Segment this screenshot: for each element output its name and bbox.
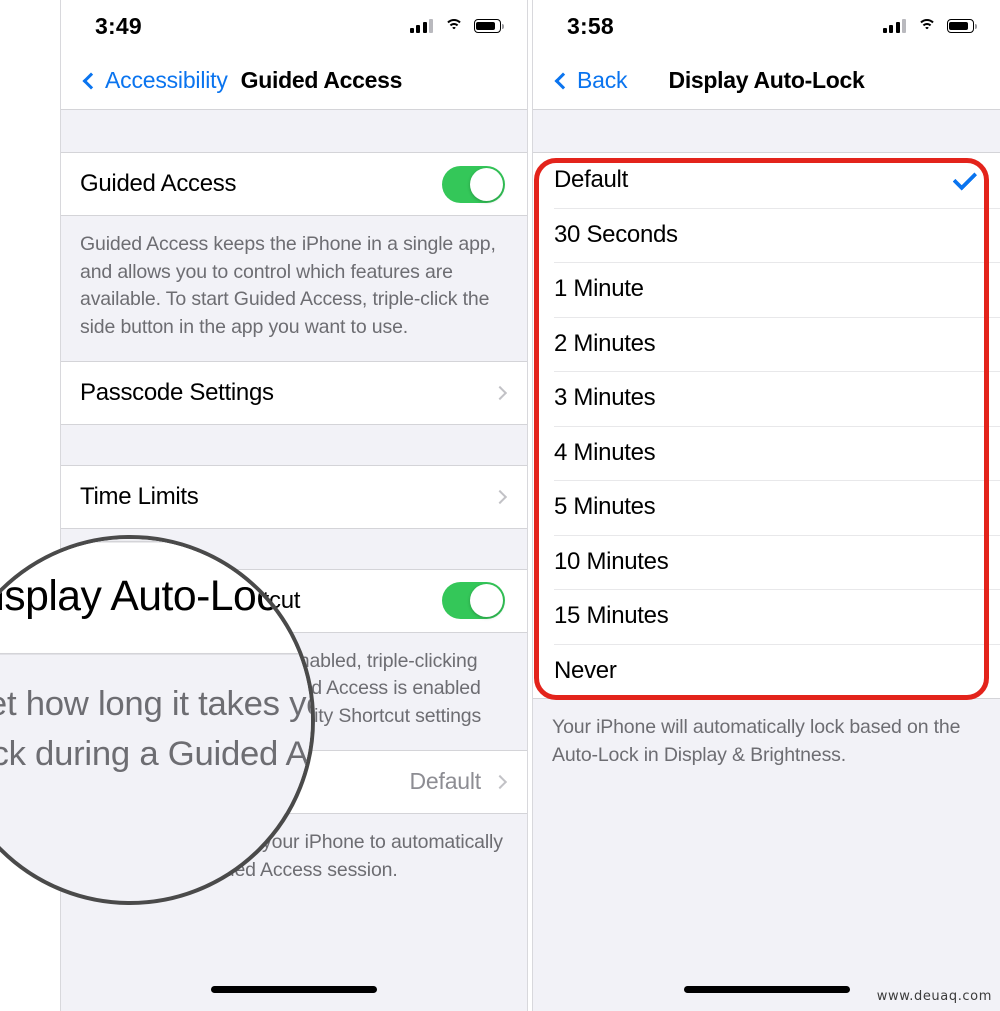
option-label: 1 Minute <box>554 275 644 303</box>
option-row[interactable]: 5 Minutes <box>533 480 1000 535</box>
chevron-left-icon <box>82 72 100 89</box>
back-button-label: Accessibility <box>105 67 228 93</box>
status-icons <box>882 19 977 33</box>
cellular-signal-icon <box>882 19 906 33</box>
option-label: 2 Minutes <box>554 329 656 357</box>
row-accessory <box>492 489 508 504</box>
option-row[interactable]: 30 Seconds <box>533 207 1000 262</box>
right-phone-screen: 3:58 Back Display Auto-Lock Default 30 Se… <box>532 0 1000 1011</box>
mag-row-display-auto-lock: Display Auto-Lock Default <box>0 542 311 654</box>
section-gap <box>61 424 527 465</box>
option-label: Default <box>554 166 628 194</box>
guided-access-toggle[interactable] <box>442 165 505 203</box>
back-button-label: Back <box>577 67 628 93</box>
mag-display-auto-lock-footnote: Set how long it takes your iPhone to aut… <box>0 654 311 814</box>
chevron-right-icon <box>492 385 508 400</box>
auto-lock-footnote: Your iPhone will automatically lock base… <box>533 699 1000 789</box>
wifi-icon <box>444 19 463 33</box>
magnifier-content: Accessibility Shortcut When Guided Acces… <box>0 539 311 814</box>
row-accessory: Default <box>409 768 508 795</box>
row-label: Guided Access <box>80 170 237 197</box>
option-row[interactable]: Default <box>533 153 1000 208</box>
mag-display-auto-lock-group: Display Auto-Lock Default <box>0 540 311 655</box>
option-label: 5 Minutes <box>554 493 656 521</box>
option-row[interactable]: 4 Minutes <box>533 425 1000 480</box>
watermark: www.deuaq.com <box>876 989 992 1004</box>
option-label: 30 Seconds <box>554 220 678 248</box>
status-time: 3:49 <box>95 12 142 39</box>
status-bar-right: 3:58 <box>533 0 1000 52</box>
row-value: Default <box>409 768 482 795</box>
option-row[interactable]: 3 Minutes <box>533 371 1000 426</box>
page-title: Guided Access <box>240 67 403 93</box>
nav-bar-left: Accessibility Guided Access <box>61 52 527 110</box>
row-passcode-settings[interactable]: Passcode Settings <box>61 361 527 424</box>
home-indicator <box>683 986 850 993</box>
home-indicator <box>211 986 377 993</box>
auto-lock-option-list: Default 30 Seconds 1 Minute 2 Minutes 3 Minu… <box>533 152 1000 699</box>
status-bar-left: 3:49 <box>61 0 527 52</box>
chevron-right-icon <box>492 774 508 789</box>
row-label: Time Limits <box>80 482 199 510</box>
battery-icon <box>947 19 977 33</box>
option-label: 10 Minutes <box>554 547 669 575</box>
option-row[interactable]: 1 Minute <box>533 262 1000 317</box>
row-label: Passcode Settings <box>80 378 274 406</box>
wifi-icon <box>917 19 936 33</box>
option-label: Never <box>554 656 617 684</box>
cellular-signal-icon <box>409 19 433 33</box>
row-accessory <box>492 385 508 400</box>
row-label: Display Auto-Lock <box>0 572 298 621</box>
option-row[interactable]: Never <box>533 643 1000 698</box>
option-row[interactable]: 15 Minutes <box>533 589 1000 644</box>
section-gap <box>533 110 1000 152</box>
chevron-right-icon <box>492 489 508 504</box>
nav-bar-right: Back Display Auto-Lock <box>533 52 1000 110</box>
passcode-settings-group: Passcode Settings <box>61 360 527 425</box>
accessibility-shortcut-toggle[interactable] <box>442 582 505 620</box>
battery-icon <box>474 19 504 33</box>
time-limits-group: Time Limits <box>61 464 527 529</box>
option-row[interactable]: 10 Minutes <box>533 534 1000 589</box>
option-row[interactable]: 2 Minutes <box>533 316 1000 371</box>
option-label: 3 Minutes <box>554 384 656 412</box>
status-time: 3:58 <box>567 12 614 39</box>
row-guided-access[interactable]: Guided Access <box>61 153 527 215</box>
row-time-limits[interactable]: Time Limits <box>61 465 527 528</box>
option-label: 4 Minutes <box>554 438 656 466</box>
back-button[interactable]: Back <box>554 67 628 94</box>
section-gap <box>61 110 527 152</box>
back-button-accessibility[interactable]: Accessibility <box>82 67 228 94</box>
checkmark-icon <box>952 165 978 191</box>
screenshot-root: 3:49 Accessibility Guided Access Guided … <box>0 0 1000 1011</box>
guided-access-group: Guided Access <box>61 152 527 216</box>
option-label: 15 Minutes <box>554 602 669 630</box>
chevron-left-icon <box>554 72 572 89</box>
status-icons <box>409 19 504 33</box>
guided-access-footnote: Guided Access keeps the iPhone in a sing… <box>61 216 527 361</box>
